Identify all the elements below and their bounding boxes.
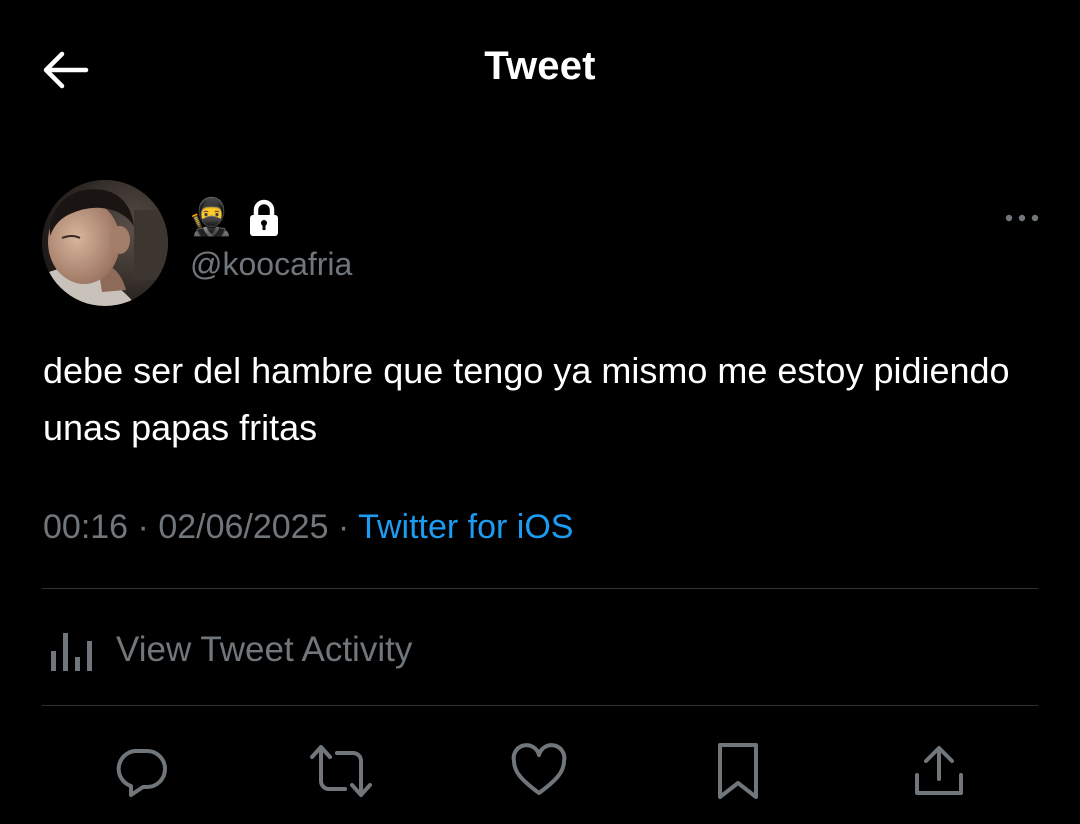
tweet-date[interactable]: 02/06/2025: [158, 508, 328, 546]
heart-icon: [511, 743, 567, 795]
share-button[interactable]: [906, 738, 972, 804]
meta-separator: ·: [128, 508, 159, 546]
bookmark-button[interactable]: [705, 738, 771, 804]
divider: [42, 588, 1038, 589]
activity-label: View Tweet Activity: [116, 630, 413, 669]
more-horizontal-icon: [1005, 214, 1039, 222]
tweet-source-link[interactable]: Twitter for iOS: [358, 508, 573, 546]
tweet-text: debe ser del hambre que tengo ya mismo m…: [43, 350, 1010, 448]
display-name[interactable]: 🥷: [188, 196, 281, 240]
user-handle[interactable]: @koocafria: [190, 246, 352, 283]
like-button[interactable]: [506, 738, 572, 804]
avatar-photo: [42, 180, 168, 306]
top-bar: Tweet: [0, 0, 1080, 140]
meta-separator: ·: [328, 508, 359, 546]
avatar[interactable]: [42, 180, 168, 306]
retweet-button[interactable]: [308, 738, 374, 804]
lock-icon: [249, 199, 278, 236]
bar-chart-icon: [51, 633, 92, 671]
reply-button[interactable]: [108, 738, 174, 804]
ninja-emoji: 🥷: [188, 197, 233, 238]
tweet-action-bar: [0, 738, 1080, 804]
reply-icon: [116, 749, 167, 797]
view-tweet-activity-button[interactable]: View Tweet Activity: [48, 622, 412, 678]
divider: [42, 705, 1038, 706]
page-title: Tweet: [484, 44, 596, 88]
bookmark-icon: [718, 743, 758, 799]
share-icon: [915, 746, 963, 795]
more-options-button[interactable]: [1002, 208, 1042, 228]
retweet-icon: [310, 745, 372, 797]
tweet-time[interactable]: 00:16: [43, 508, 128, 546]
tweet-author: 🥷 @koocafria: [42, 180, 1042, 310]
tweet-metadata: 00:16 · 02/06/2025 · Twitter for iOS: [43, 508, 573, 547]
